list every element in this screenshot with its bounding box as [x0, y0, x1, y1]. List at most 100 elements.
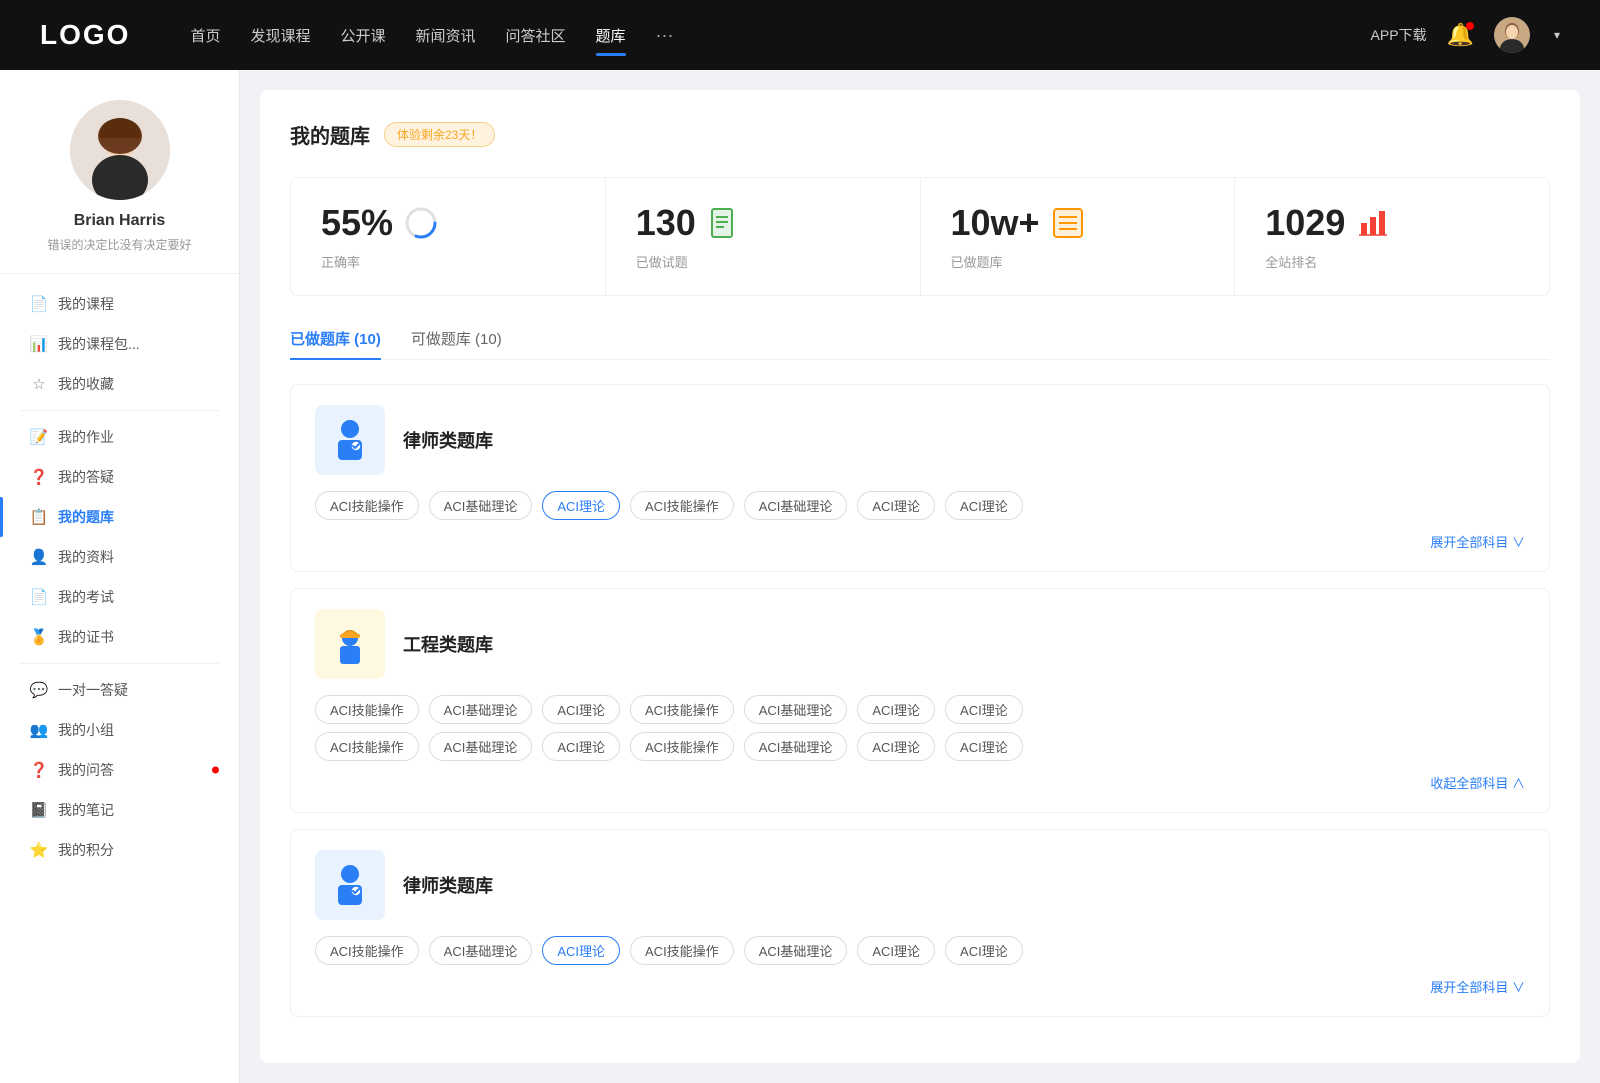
- stat-banks-done: 10w+ 已做题库: [921, 178, 1236, 295]
- sidebar-label-homework: 我的作业: [58, 427, 114, 447]
- tag-3-5[interactable]: ACI理论: [857, 936, 935, 965]
- tabs-row: 已做题库 (10) 可做题库 (10): [290, 328, 1550, 360]
- tag-3-4[interactable]: ACI基础理论: [744, 936, 848, 965]
- tag-3-2[interactable]: ACI理论: [542, 936, 620, 965]
- engineer-figure-icon: [326, 620, 374, 668]
- tag-2-3[interactable]: ACI技能操作: [630, 695, 734, 724]
- tag-2r2-6[interactable]: ACI理论: [945, 732, 1023, 761]
- sidebar: Brian Harris 错误的决定比没有决定要好 📄 我的课程 📊 我的课程包…: [0, 70, 240, 1083]
- notification-bell[interactable]: 🔔: [1447, 22, 1474, 48]
- nav-qa[interactable]: 问答社区: [506, 19, 566, 52]
- tag-2-5[interactable]: ACI理论: [857, 695, 935, 724]
- stat-questions-value: 130: [636, 202, 696, 244]
- tag-3-0[interactable]: ACI技能操作: [315, 936, 419, 965]
- tag-2r2-1[interactable]: ACI基础理论: [429, 732, 533, 761]
- sidebar-item-questionbank[interactable]: 📋 我的题库: [0, 497, 239, 537]
- tag-3-1[interactable]: ACI基础理论: [429, 936, 533, 965]
- tag-2-1[interactable]: ACI基础理论: [429, 695, 533, 724]
- tag-2-0[interactable]: ACI技能操作: [315, 695, 419, 724]
- qbank-card-3-title: 律师类题库: [403, 872, 493, 898]
- doc-icon: [708, 207, 740, 239]
- pie-chart-icon: [405, 207, 437, 239]
- tag-2r2-4[interactable]: ACI基础理论: [744, 732, 848, 761]
- tag-2-2[interactable]: ACI理论: [542, 695, 620, 724]
- lawyer-figure-icon: [326, 416, 374, 464]
- sidebar-label-notes: 我的笔记: [58, 800, 114, 820]
- tag-3-3[interactable]: ACI技能操作: [630, 936, 734, 965]
- tag-1-2[interactable]: ACI理论: [542, 491, 620, 520]
- stat-accuracy-value: 55%: [321, 202, 393, 244]
- tag-2-4[interactable]: ACI基础理论: [744, 695, 848, 724]
- packages-icon: 📊: [30, 335, 48, 353]
- sidebar-label-profile: 我的资料: [58, 547, 114, 567]
- qbank-card-1-tags: ACI技能操作 ACI基础理论 ACI理论 ACI技能操作 ACI基础理论 AC…: [315, 491, 1525, 520]
- groups-icon: 👥: [30, 721, 48, 739]
- tab-available-banks[interactable]: 可做题库 (10): [411, 328, 502, 359]
- app-download-button[interactable]: APP下载: [1371, 25, 1427, 45]
- favorites-icon: ☆: [30, 375, 48, 393]
- stat-site-rank: 1029 全站排名: [1235, 178, 1549, 295]
- sidebar-item-favorites[interactable]: ☆ 我的收藏: [0, 364, 239, 404]
- profile-avatar[interactable]: [70, 100, 170, 200]
- tag-1-3[interactable]: ACI技能操作: [630, 491, 734, 520]
- qbank-card-3-expand[interactable]: 展开全部科目 ∨: [315, 973, 1525, 996]
- sidebar-item-exam[interactable]: 📄 我的考试: [0, 577, 239, 617]
- notes-icon: 📓: [30, 801, 48, 819]
- user-menu-chevron[interactable]: ▾: [1554, 28, 1560, 42]
- tag-1-4[interactable]: ACI基础理论: [744, 491, 848, 520]
- tag-1-1[interactable]: ACI基础理论: [429, 491, 533, 520]
- stat-questions-done: 130 已做试题: [606, 178, 921, 295]
- stat-rank-label: 全站排名: [1265, 252, 1519, 271]
- sidebar-item-notes[interactable]: 📓 我的笔记: [0, 790, 239, 830]
- stat-banks-label: 已做题库: [951, 252, 1205, 271]
- sidebar-label-favorites: 我的收藏: [58, 374, 114, 394]
- tag-2r2-0[interactable]: ACI技能操作: [315, 732, 419, 761]
- tab-done-banks[interactable]: 已做题库 (10): [290, 328, 381, 359]
- sidebar-item-groups[interactable]: 👥 我的小组: [0, 710, 239, 750]
- page-title: 我的题库: [290, 120, 370, 149]
- user-avatar[interactable]: [1494, 17, 1530, 53]
- stat-accuracy-top: 55%: [321, 202, 575, 244]
- qbank-card-3: 律师类题库 ACI技能操作 ACI基础理论 ACI理论 ACI技能操作 ACI基…: [290, 829, 1550, 1017]
- tag-2r2-3[interactable]: ACI技能操作: [630, 732, 734, 761]
- tag-2r2-5[interactable]: ACI理论: [857, 732, 935, 761]
- nav-open-course[interactable]: 公开课: [340, 19, 385, 52]
- tag-1-6[interactable]: ACI理论: [945, 491, 1023, 520]
- qbank-card-1-header: 律师类题库: [315, 405, 1525, 475]
- sidebar-item-profile[interactable]: 👤 我的资料: [0, 537, 239, 577]
- profile-icon: 👤: [30, 548, 48, 566]
- sidebar-item-qa[interactable]: ❓ 我的答疑: [0, 457, 239, 497]
- courses-icon: 📄: [30, 295, 48, 313]
- qbank-card-2-collapse[interactable]: 收起全部科目 ∧: [315, 769, 1525, 792]
- nav-right: APP下载 🔔 ▾: [1371, 17, 1560, 53]
- nav-questionbank[interactable]: 题库: [596, 19, 626, 52]
- sidebar-item-homework[interactable]: 📝 我的作业: [0, 417, 239, 457]
- tag-2r2-2[interactable]: ACI理论: [542, 732, 620, 761]
- question-dot: [212, 767, 219, 774]
- page-wrapper: Brian Harris 错误的决定比没有决定要好 📄 我的课程 📊 我的课程包…: [0, 70, 1600, 1083]
- bar-chart-icon: [1357, 207, 1389, 239]
- tag-2-6[interactable]: ACI理论: [945, 695, 1023, 724]
- nav-discover[interactable]: 发现课程: [250, 19, 310, 52]
- sidebar-item-certificate[interactable]: 🏅 我的证书: [0, 617, 239, 657]
- exam-icon: 📄: [30, 588, 48, 606]
- trial-badge: 体验剩余23天！: [384, 122, 495, 147]
- nav-more[interactable]: ···: [656, 19, 674, 52]
- qbank-card-2-tags-row2: ACI技能操作 ACI基础理论 ACI理论 ACI技能操作 ACI基础理论 AC…: [315, 732, 1525, 761]
- qbank-card-1-expand[interactable]: 展开全部科目 ∨: [315, 528, 1525, 551]
- tag-1-5[interactable]: ACI理论: [857, 491, 935, 520]
- sidebar-item-points[interactable]: ⭐ 我的积分: [0, 830, 239, 870]
- sidebar-item-my-courses[interactable]: 📄 我的课程: [0, 284, 239, 324]
- lawyer-figure-icon-2: [326, 861, 374, 909]
- sidebar-item-course-packages[interactable]: 📊 我的课程包...: [0, 324, 239, 364]
- sidebar-label-my-questions: 我的问答: [58, 760, 114, 780]
- sidebar-item-1on1[interactable]: 💬 一对一答疑: [0, 670, 239, 710]
- tag-3-6[interactable]: ACI理论: [945, 936, 1023, 965]
- nav-news[interactable]: 新闻资讯: [416, 19, 476, 52]
- nav-home[interactable]: 首页: [190, 19, 220, 52]
- tag-1-0[interactable]: ACI技能操作: [315, 491, 419, 520]
- sidebar-item-my-questions[interactable]: ❓ 我的问答: [0, 750, 239, 790]
- sidebar-label-qa: 我的答疑: [58, 467, 114, 487]
- stat-rank-value: 1029: [1265, 202, 1345, 244]
- certificate-icon: 🏅: [30, 628, 48, 646]
